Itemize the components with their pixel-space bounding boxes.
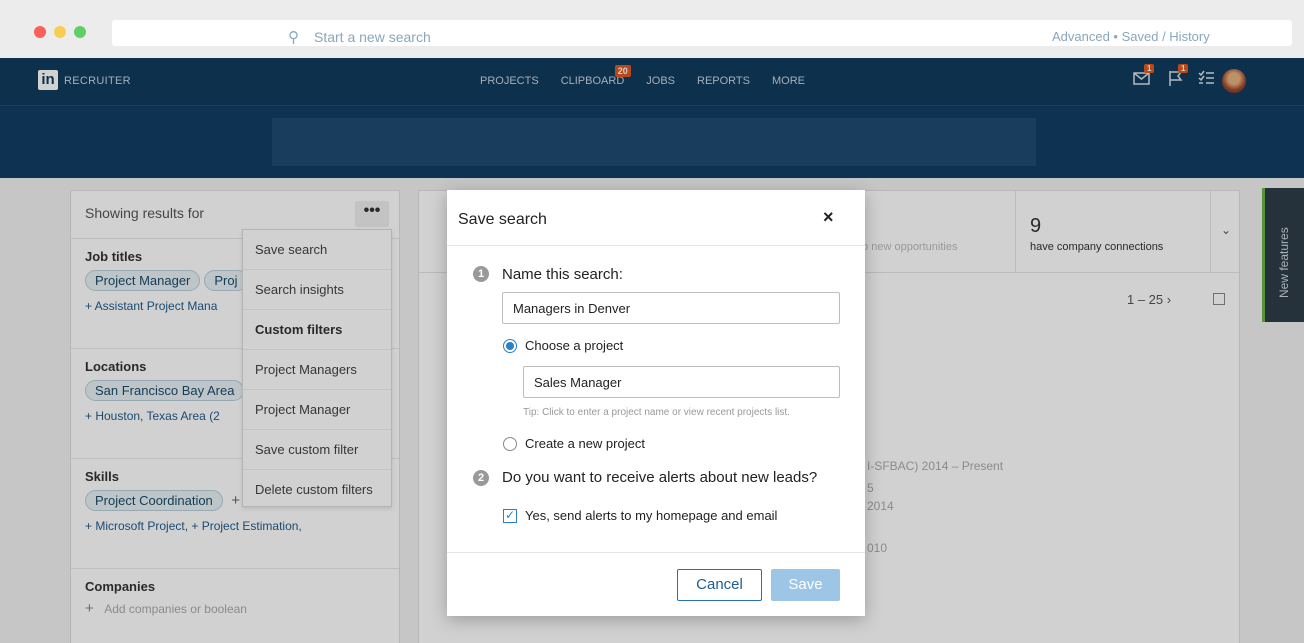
modal-title: Save search — [458, 211, 547, 228]
search-icon: ⚲ — [288, 29, 299, 46]
create-project-radio[interactable] — [503, 437, 517, 451]
search-placeholder: Start a new search — [314, 29, 431, 45]
close-icon[interactable]: × — [823, 207, 834, 228]
step-one-icon: 1 — [473, 266, 489, 282]
step-two-label: Do you want to receive alerts about new … — [502, 469, 818, 486]
close-window-button[interactable] — [34, 26, 46, 38]
alerts-label: Yes, send alerts to my homepage and emai… — [525, 508, 778, 523]
step-one-label: Name this search: — [502, 266, 623, 283]
search-name-field[interactable] — [502, 292, 840, 324]
project-name-field[interactable] — [523, 366, 840, 398]
create-project-label: Create a new project — [525, 436, 645, 451]
maximize-window-button[interactable] — [74, 26, 86, 38]
cancel-button[interactable]: Cancel — [677, 569, 762, 601]
alerts-checkbox[interactable]: ✓ — [503, 509, 517, 523]
modal-header: Save search × — [447, 190, 865, 246]
advanced-saved-history-link[interactable]: Advanced • Saved / History — [1052, 29, 1210, 44]
project-tip: Tip: Click to enter a project name or vi… — [523, 407, 790, 418]
choose-project-radio[interactable] — [503, 339, 517, 353]
step-two-icon: 2 — [473, 470, 489, 486]
save-search-modal: Save search × 1 Name this search: Choose… — [447, 190, 865, 616]
choose-project-label: Choose a project — [525, 338, 624, 353]
minimize-window-button[interactable] — [54, 26, 66, 38]
modal-footer: Cancel Save — [447, 552, 865, 616]
save-button[interactable]: Save — [771, 569, 840, 601]
